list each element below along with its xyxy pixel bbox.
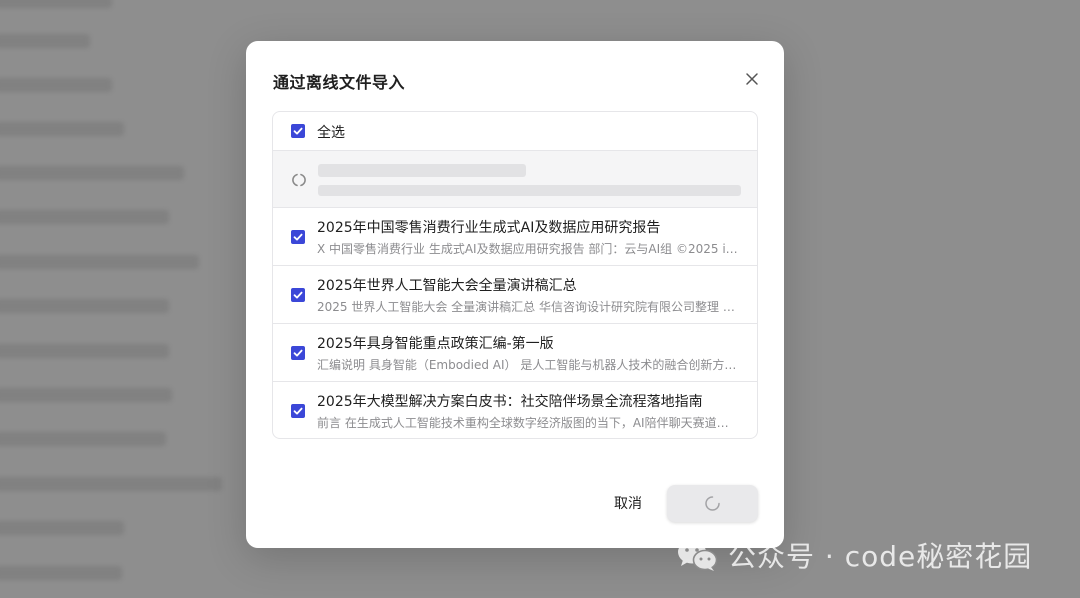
file-title: 2025年世界人工智能大会全量演讲稿汇总 xyxy=(317,278,577,294)
background-list-item xyxy=(0,166,184,180)
checkmark-icon xyxy=(293,407,303,415)
file-row[interactable]: 2025年中国零售消费行业生成式AI及数据应用研究报告 X 中国零售消费行业 生… xyxy=(273,208,757,266)
watermark-text: 公众号 · code秘密花园 xyxy=(728,540,1033,573)
dialog-title: 通过离线文件导入 xyxy=(273,73,406,92)
file-description: 前言 在生成式人工智能技术重构全球数字经济版图的当下，AI陪伴聊天赛道正经历爆发… xyxy=(317,416,739,430)
loading-placeholder-row xyxy=(273,151,757,208)
file-description: 汇编说明 具身智能（Embodied AI） 是人工智能与机器人技术的融合创新方… xyxy=(317,358,739,372)
close-icon xyxy=(746,73,758,85)
checkmark-icon xyxy=(293,127,303,135)
skeleton-description xyxy=(318,185,741,196)
checkmark-icon xyxy=(293,233,303,241)
file-row[interactable]: 2025年世界人工智能大会全量演讲稿汇总 2025 世界人工智能大会 全量演讲稿… xyxy=(273,266,757,324)
loading-spinner-icon xyxy=(705,496,720,511)
background-list-item xyxy=(0,521,124,535)
skeleton-title xyxy=(318,164,526,177)
background-list-item xyxy=(0,388,172,402)
background-list-item xyxy=(0,255,199,269)
file-title: 2025年大模型解决方案白皮书：社交陪伴场景全流程落地指南 xyxy=(317,394,703,410)
close-button[interactable] xyxy=(742,69,762,89)
select-all-row[interactable]: 全选 xyxy=(273,112,757,151)
file-title: 2025年具身智能重点政策汇编-第一版 xyxy=(317,336,554,352)
background-list-item xyxy=(0,566,122,580)
confirm-button[interactable] xyxy=(667,485,758,522)
background-list-item xyxy=(0,210,169,224)
wechat-icon xyxy=(678,540,718,571)
checkmark-icon xyxy=(293,349,303,357)
file-checkbox[interactable] xyxy=(291,230,305,244)
background-list-item xyxy=(0,78,112,92)
file-list: 全选 2025年中国零售消费行业生成式AI及数据应用研究报告 X 中国零售消费行… xyxy=(272,111,758,439)
file-row[interactable]: 2025年具身智能重点政策汇编-第一版 汇编说明 具身智能（Embodied A… xyxy=(273,324,757,382)
background-list-item xyxy=(0,477,222,491)
file-description: X 中国零售消费行业 生成式AI及数据应用研究报告 部门：云与AI组 ©2025… xyxy=(317,242,739,256)
background-list-item xyxy=(0,0,112,8)
background-list-item xyxy=(0,299,169,313)
import-dialog: 通过离线文件导入 全选 2025年中国零售消费行业生成式AI及数据应用研究报告 … xyxy=(246,41,784,548)
checkmark-icon xyxy=(293,291,303,299)
file-checkbox[interactable] xyxy=(291,404,305,418)
file-checkbox[interactable] xyxy=(291,346,305,360)
file-row[interactable]: 2025年大模型解决方案白皮书：社交陪伴场景全流程落地指南 前言 在生成式人工智… xyxy=(273,382,757,438)
select-all-checkbox[interactable] xyxy=(291,124,305,138)
spinner-icon xyxy=(292,173,306,187)
file-description: 2025 世界人工智能大会 全量演讲稿汇总 华信咨询设计研究院有限公司整理 20… xyxy=(317,300,739,314)
background-list-item xyxy=(0,344,169,358)
file-title: 2025年中国零售消费行业生成式AI及数据应用研究报告 xyxy=(317,220,661,236)
background-list-item xyxy=(0,432,166,446)
file-checkbox[interactable] xyxy=(291,288,305,302)
background-list-item xyxy=(0,122,124,136)
cancel-button[interactable]: 取消 xyxy=(596,489,660,517)
background-list-item xyxy=(0,34,90,48)
select-all-label: 全选 xyxy=(317,125,345,141)
